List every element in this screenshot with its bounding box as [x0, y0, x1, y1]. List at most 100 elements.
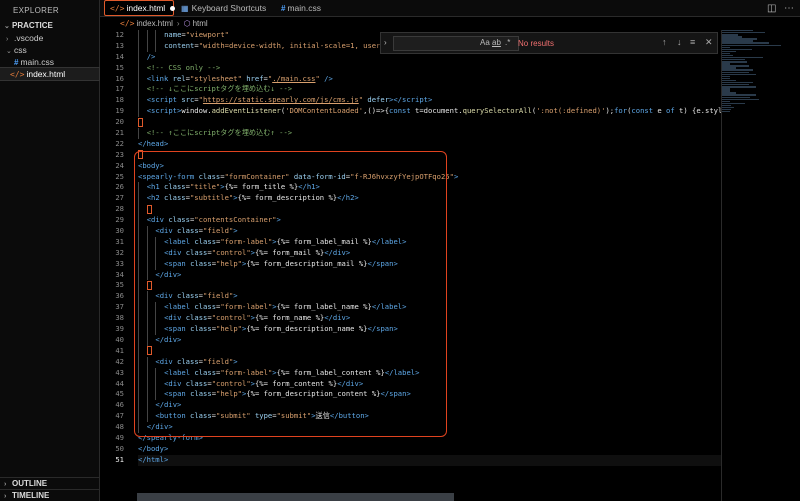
code-text: <div class="field"> — [155, 226, 238, 236]
close-icon[interactable]: ✕ — [705, 37, 713, 48]
unsaved-dot-icon[interactable] — [170, 6, 176, 12]
split-editor-icon[interactable]: ◫ — [767, 3, 776, 14]
code-line[interactable]: <body> — [138, 161, 722, 172]
code-line[interactable]: <div class="contentsContainer"> — [138, 215, 722, 227]
code-line[interactable]: <label class="form-label">{%= form_label… — [138, 367, 722, 379]
regex-button[interactable]: .* — [505, 38, 510, 47]
toggle-replace-icon[interactable]: › — [384, 38, 387, 47]
code-line[interactable]: <label class="form-label">{%= form_label… — [138, 236, 722, 248]
code-line[interactable]: </div> — [138, 400, 722, 412]
code-line[interactable]: <!-- CSS only --> — [138, 62, 722, 74]
code-line[interactable]: <div class="field"> — [138, 291, 722, 303]
indent-guide — [138, 182, 139, 194]
code-line[interactable]: <div class="field"> — [138, 226, 722, 237]
line-number: 28 — [115, 204, 124, 214]
line-number: 22 — [115, 138, 124, 148]
line-number: 27 — [115, 193, 124, 203]
code-text: <span class="help">{%= form_description_… — [164, 324, 398, 334]
code-line[interactable]: </head> — [138, 139, 722, 150]
indent-guide — [138, 106, 139, 118]
code-line[interactable]: <span class="help">{%= form_description_… — [138, 324, 722, 335]
tab-keyboard-shortcuts[interactable]: ▦ Keyboard Shortcuts — [176, 0, 272, 17]
code-line[interactable]: <span class="help">{%= form_description_… — [138, 258, 722, 270]
indent-guide — [138, 40, 139, 52]
indent-guide — [138, 422, 139, 433]
line-number: 23 — [115, 149, 124, 159]
arrow-up-icon[interactable]: ↑ — [662, 37, 667, 47]
tree-file-main-css[interactable]: # main.css — [0, 56, 99, 68]
code-text: </div> — [146, 422, 173, 432]
code-line[interactable]: <script>window.addEventListener('DOMCont… — [138, 106, 722, 118]
code-line[interactable]: <h2 class="subtitle">{%= form_descriptio… — [138, 193, 722, 205]
indent-guide — [138, 95, 139, 107]
tree-file-index-html[interactable]: </> index.html — [0, 67, 100, 81]
code-line[interactable]: <div class="control">{%= form_name %}</d… — [138, 313, 722, 325]
code-line[interactable]: <label class="form-label">{%= form_label… — [138, 302, 722, 314]
code-line[interactable]: <link rel="stylesheet" href="./main.css"… — [138, 73, 722, 85]
code-line[interactable]: <div class="control">{%= form_mail %}</d… — [138, 247, 722, 259]
indent-guide — [146, 247, 148, 259]
outline-panel[interactable]: › OUTLINE — [0, 477, 100, 489]
code-text: /> — [146, 51, 156, 61]
code-line[interactable] — [138, 117, 722, 128]
indent-guide — [146, 258, 148, 270]
tree-label: .vscode — [14, 33, 44, 43]
css-file-icon: # — [14, 58, 19, 67]
code-line[interactable]: <!-- ↓ここにscriptタグを埋め込む↓ --> — [138, 84, 722, 96]
code-line[interactable]: </spearly-form> — [138, 433, 722, 444]
code-area[interactable]: name="viewport" content="width=device-wid… — [138, 30, 722, 466]
chevron-right-icon: › — [4, 493, 7, 500]
whole-word-button[interactable]: ab — [492, 38, 501, 47]
indent-guide — [146, 40, 148, 52]
project-folder[interactable]: ⌄ PRACTICE — [0, 20, 99, 32]
code-line[interactable]: <h1 class="title">{%= form_title %}</h1> — [138, 182, 722, 194]
code-text: <script>window.addEventListener('DOMCont… — [146, 106, 722, 116]
minimap[interactable] — [722, 30, 800, 501]
indent-guide — [155, 313, 157, 325]
code-line[interactable]: </div> — [138, 269, 722, 281]
find-in-selection-icon[interactable]: ≡ — [690, 37, 695, 47]
arrow-down-icon[interactable]: ↓ — [677, 37, 682, 47]
indent-guide — [155, 378, 157, 390]
tab-main-css[interactable]: # main.css — [276, 0, 342, 17]
code-line[interactable]: </div> — [138, 422, 722, 433]
line-number: 45 — [115, 389, 124, 399]
code-line[interactable]: <div class="field"> — [138, 356, 722, 368]
match-case-button[interactable]: Aa — [480, 38, 490, 47]
code-editor[interactable]: 12 13 14 15 16 17 18 19 20 21 22 23 24 25 26 27 28 29 30 31… — [100, 30, 800, 501]
tab-index-html[interactable]: </> index.html — [104, 0, 176, 16]
breadcrumb-file[interactable]: index.html — [136, 19, 172, 28]
breadcrumb-element[interactable]: html — [193, 19, 208, 28]
code-line[interactable]: <button class="submit" type="submit">送信<… — [138, 411, 722, 423]
code-line[interactable]: <spearly-form class="formContainer" data… — [138, 172, 722, 183]
code-line[interactable] — [138, 150, 722, 161]
tree-folder-vscode[interactable]: › .vscode — [0, 32, 99, 44]
line-number: 20 — [115, 117, 124, 127]
line-number: 14 — [115, 51, 124, 61]
code-line[interactable]: <span class="help">{%= form_description_… — [138, 389, 722, 401]
indent-guide — [138, 128, 139, 139]
minimap-line — [722, 111, 730, 113]
line-number: 18 — [115, 95, 124, 105]
indent-guide — [138, 51, 139, 63]
find-result-status: No results — [518, 39, 555, 48]
indent-guide — [138, 400, 139, 412]
tree-folder-css[interactable]: ⌄ css — [0, 44, 99, 56]
code-line[interactable]: <div class="control">{%= form_content %}… — [138, 378, 722, 390]
code-line[interactable] — [138, 345, 722, 357]
code-line[interactable]: </div> — [138, 334, 722, 346]
more-actions-icon[interactable]: ⋯ — [784, 3, 794, 14]
code-line[interactable]: </html> — [138, 454, 722, 466]
code-line[interactable] — [138, 280, 722, 292]
tree-label: css — [14, 45, 27, 55]
code-line[interactable]: <!-- ↑ここにscriptタグを埋め込む↑ --> — [138, 128, 722, 139]
code-line[interactable]: </body> — [138, 444, 722, 455]
horizontal-scrollbar[interactable] — [137, 493, 454, 501]
timeline-panel[interactable]: › TIMELINE — [0, 489, 100, 501]
code-line[interactable]: <script src="https://static.spearly.com/… — [138, 95, 722, 107]
line-number: 48 — [115, 422, 124, 432]
indent-guide — [138, 269, 139, 281]
whitespace-marker — [138, 117, 143, 127]
code-line[interactable] — [138, 204, 722, 216]
indent-guide — [155, 302, 157, 314]
